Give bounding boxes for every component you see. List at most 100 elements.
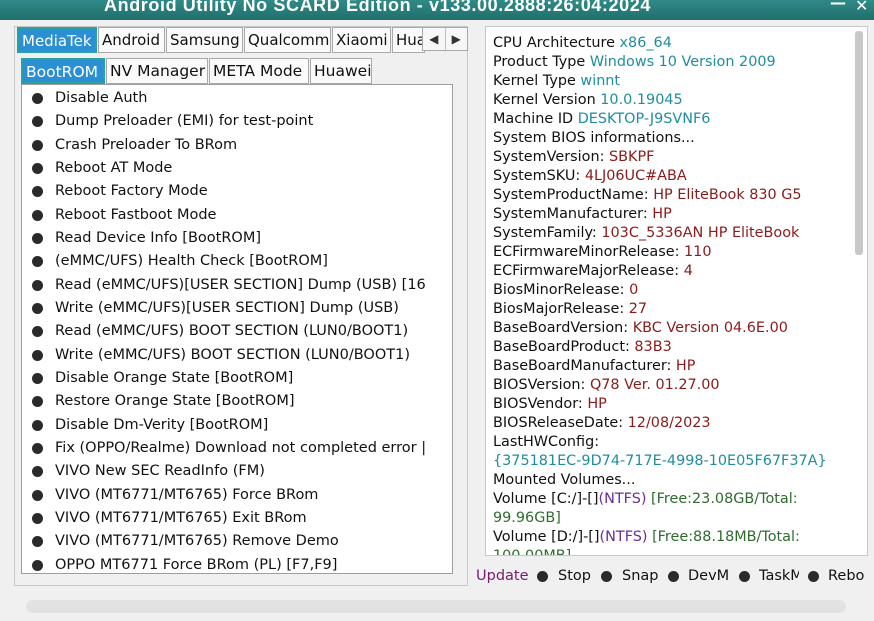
volume-prefix: Volume [C:/]-[] [493, 491, 599, 507]
list-item[interactable]: VIVO (MT6771/MT6765) Force BRom [22, 484, 452, 507]
tab-huawei-truncated[interactable]: Hua [392, 27, 425, 53]
close-icon[interactable]: ✕ [855, 0, 868, 15]
tab-android[interactable]: Android [98, 27, 165, 53]
taskm-button[interactable]: TaskM [759, 566, 799, 586]
info-key: Kernel Type [493, 73, 576, 89]
list-item[interactable]: Restore Orange State [BootROM] [22, 390, 452, 413]
tab-meta-mode[interactable]: META Mode [209, 58, 309, 84]
stop-button[interactable]: Stop [558, 566, 591, 586]
bullet-icon [32, 466, 43, 478]
tab-samsung[interactable]: Samsung [166, 27, 243, 53]
list-item[interactable]: Dump Preloader (EMI) for test-point [22, 110, 452, 133]
info-line: Kernel Type winnt [493, 72, 853, 91]
list-item[interactable]: OPPO MT6771 Force BRom (PL) [F7,F9] [22, 554, 452, 573]
list-item[interactable]: Read Device Info [BootROM] [22, 227, 452, 250]
snap-button[interactable]: Snap [622, 566, 658, 586]
info-value: HP EliteBook 830 G5 [653, 187, 802, 203]
update-button[interactable]: Update [476, 566, 529, 586]
list-item[interactable]: Read (eMMC/UFS) BOOT SECTION (LUN0/BOOT1… [22, 320, 452, 343]
bullet-icon [32, 279, 43, 291]
info-key: SystemFamily: [493, 225, 597, 241]
devm-button[interactable]: DevM [688, 566, 729, 586]
list-item[interactable]: Reboot Factory Mode [22, 180, 452, 203]
operation-label: Disable Orange State [BootROM] [55, 369, 294, 386]
list-item[interactable]: Crash Preloader To BRom [22, 134, 452, 157]
info-scrollbar[interactable] [855, 31, 863, 551]
brand-tabs: MediaTek Android Samsung Qualcomm Xiaomi… [17, 27, 469, 53]
info-key: Machine ID [493, 111, 574, 127]
info-line: SystemManufacturer: HP [493, 205, 853, 224]
info-value: 103C_5336AN HP EliteBook [601, 225, 800, 241]
info-line: SystemFamily: 103C_5336AN HP EliteBook [493, 224, 853, 243]
info-line: BaseBoardManufacturer: HP [493, 357, 853, 376]
bullet-icon [32, 186, 43, 198]
chevron-right-icon[interactable]: ▶ [444, 28, 468, 50]
bullet-icon [32, 372, 43, 384]
list-item[interactable]: Reboot AT Mode [22, 157, 452, 180]
bullet-icon [32, 536, 43, 548]
bullet-icon [537, 571, 548, 582]
operations-panel: MediaTek Android Samsung Qualcomm Xiaomi… [14, 26, 468, 586]
info-line: BaseBoardVersion: KBC Version 04.6E.00 [493, 319, 853, 338]
bullet-icon [32, 349, 43, 361]
info-line: Product Type Windows 10 Version 2009 [493, 53, 853, 72]
info-line: ECFirmwareMinorRelease: 110 [493, 243, 853, 262]
mode-tabs: BootROM NV Manager META Mode Huawei [21, 58, 461, 84]
info-value: DESKTOP-J9SVNF6 [577, 111, 711, 127]
info-value: 110 [684, 244, 712, 260]
list-item[interactable]: Write (eMMC/UFS) BOOT SECTION (LUN0/BOOT… [22, 344, 452, 367]
chevron-left-icon[interactable]: ◀ [423, 28, 445, 50]
operation-label: VIVO (MT6771/MT6765) Force BRom [55, 486, 319, 503]
tab-huawei[interactable]: Huawei [310, 58, 372, 84]
info-key: CPU Architecture [493, 35, 615, 51]
info-line: BIOSVersion: Q78 Ver. 01.27.00 [493, 376, 853, 395]
info-value: SBKPF [609, 149, 655, 165]
bullet-icon [32, 139, 43, 151]
list-item[interactable]: VIVO New SEC ReadInfo (FM) [22, 460, 452, 483]
hwconfig-guid: {375181EC-9D74-717E-4998-10E05F67F37A} [493, 453, 827, 469]
info-line: BiosMinorRelease: 0 [493, 281, 853, 300]
tab-xiaomi[interactable]: Xiaomi [332, 27, 391, 53]
volume-total: 100.00MB] [493, 548, 572, 556]
operation-label: OPPO MT6771 Force BRom (PL) [F7,F9] [55, 556, 338, 573]
list-item[interactable]: Disable Dm-Verity [BootROM] [22, 414, 452, 437]
info-line: BaseBoardProduct: 83B3 [493, 338, 853, 357]
bullet-icon [32, 559, 43, 571]
info-line: SystemVersion: SBKPF [493, 148, 853, 167]
operation-label: (eMMC/UFS) Health Check [BootROM] [55, 253, 328, 270]
info-log: CPU Architecture x86_64 Product Type Wind… [493, 34, 853, 556]
bullet-icon [32, 93, 43, 104]
info-key: LastHWConfig: [493, 434, 600, 450]
operation-label: Read (eMMC/UFS) BOOT SECTION (LUN0/BOOT1… [55, 323, 409, 340]
bullet-icon [32, 419, 43, 431]
info-scrollbar-thumb[interactable] [855, 31, 863, 255]
info-value: x86_64 [619, 35, 672, 51]
operations-list: Disable Auth Dump Preloader (EMI) for tes… [22, 87, 452, 573]
list-item[interactable]: Read (eMMC/UFS)[USER SECTION] Dump (USB)… [22, 274, 452, 297]
tab-qualcomm[interactable]: Qualcomm [244, 27, 331, 53]
operations-list-box: Disable Auth Dump Preloader (EMI) for tes… [21, 84, 453, 574]
operation-label: Fix (OPPO/Realme) Download not completed… [55, 439, 427, 456]
list-item[interactable]: Disable Orange State [BootROM] [22, 367, 452, 390]
list-item[interactable]: Reboot Fastboot Mode [22, 204, 452, 227]
list-item[interactable]: VIVO (MT6771/MT6765) Remove Demo [22, 530, 452, 553]
tab-mediatek[interactable]: MediaTek [17, 27, 97, 53]
device-info-panel: CPU Architecture x86_64 Product Type Wind… [485, 26, 868, 556]
tab-bootrom[interactable]: BootROM [21, 58, 105, 84]
list-item[interactable]: Write (eMMC/UFS)[USER SECTION] Dump (USB… [22, 297, 452, 320]
reboot-button[interactable]: Rebo [828, 566, 864, 586]
info-key: BIOSVendor: [493, 396, 583, 412]
info-key: Kernel Version [493, 92, 596, 108]
volume-fs: (NTFS) [599, 529, 648, 545]
operation-label: Write (eMMC/UFS)[USER SECTION] Dump (USB… [55, 299, 399, 316]
list-item[interactable]: Fix (OPPO/Realme) Download not completed… [22, 437, 452, 460]
tab-nv-manager[interactable]: NV Manager [106, 58, 208, 84]
list-item[interactable]: Disable Auth [22, 87, 452, 110]
info-value: 0 [629, 282, 639, 298]
operation-label: Reboot Factory Mode [55, 183, 208, 200]
list-item[interactable]: (eMMC/UFS) Health Check [BootROM] [22, 250, 452, 273]
list-item[interactable]: VIVO (MT6771/MT6765) Exit BRom [22, 507, 452, 530]
bullet-icon [32, 162, 43, 174]
minimize-icon[interactable]: — [830, 0, 846, 12]
info-line: BiosMajorRelease: 27 [493, 300, 853, 319]
